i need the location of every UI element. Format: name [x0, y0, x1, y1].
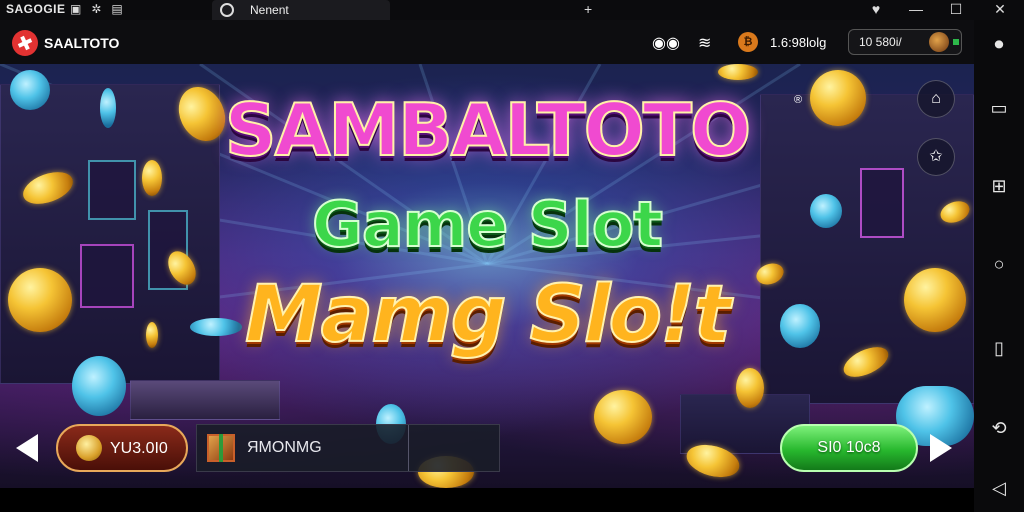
- account-box[interactable]: 10 580i/: [848, 29, 962, 55]
- grid-icon[interactable]: ⊞: [974, 176, 1024, 197]
- app-header: SAALTOTO ◉◉ ≋ ₿ 1.6:98lolg 10 580i/: [0, 20, 974, 64]
- coin: [736, 368, 764, 408]
- rotate-icon[interactable]: ⟲: [974, 418, 1024, 439]
- next-arrow-icon[interactable]: [930, 434, 952, 462]
- bottom-strip: [0, 488, 974, 512]
- logo-icon: [12, 30, 38, 56]
- new-tab-button[interactable]: +: [584, 1, 592, 17]
- tab-label: Nenent: [250, 3, 289, 17]
- account-text: 10 580i/: [859, 35, 902, 49]
- gamepad-icon[interactable]: ◉◉: [652, 33, 680, 53]
- record-icon[interactable]: ⏺: [974, 34, 1024, 55]
- game-stage[interactable]: SAMBALTOTO ® Game Slot Mamg Slo!t ⌂ ✩ YU…: [0, 64, 974, 488]
- online-status-icon: [953, 39, 959, 45]
- bag-icon: [76, 435, 102, 461]
- favorite-button[interactable]: ✩: [917, 138, 955, 176]
- info-panel[interactable]: ЯMONMG: [196, 424, 500, 472]
- system-bar: SAGOGIE ▣ ✲ ▤ Nenent + ♥ — ☐ ✕: [0, 0, 1024, 20]
- browser-tab[interactable]: Nenent +: [212, 0, 592, 20]
- registered-mark: ®: [794, 94, 803, 106]
- share-icon: ⌂: [931, 90, 941, 107]
- status-icons: ▣ ✲ ▤: [70, 2, 123, 16]
- chip: [72, 356, 126, 416]
- coin: [718, 64, 758, 80]
- image-icon: ▣: [70, 2, 82, 16]
- bonus-pill[interactable]: YU3.0I0: [56, 424, 188, 472]
- mail-icon: ▤: [111, 2, 123, 16]
- home-icon[interactable]: ○: [974, 254, 1024, 275]
- maximize-button[interactable]: ☐: [936, 0, 976, 20]
- game-title-line3: Mamg Slo!t: [244, 269, 732, 361]
- share-button[interactable]: ⌂: [917, 80, 955, 118]
- avatar[interactable]: [929, 32, 949, 52]
- coin: [594, 390, 652, 444]
- logo-text: SAALTOTO: [44, 35, 120, 51]
- play-button[interactable]: SI0 10c8: [780, 424, 918, 472]
- recent-icon[interactable]: ▯: [974, 338, 1024, 359]
- right-navigation: ⏺ ▭ ⊞ ○ ▯ ⟲ ◁: [974, 20, 1024, 512]
- balance-value: 1.6:98lolg: [770, 35, 827, 50]
- info-text: ЯMONMG: [247, 439, 322, 456]
- tab-favicon-icon: [220, 3, 234, 17]
- table: [130, 380, 280, 420]
- settings-icon: ✲: [91, 2, 102, 16]
- minimize-button[interactable]: —: [896, 0, 936, 20]
- wifi-icon: ≋: [698, 35, 712, 52]
- bonus-value: YU3.0I0: [110, 440, 168, 457]
- system-status-text: SAGOGIE: [6, 2, 66, 16]
- star-icon: ✩: [929, 148, 943, 165]
- game-title-line1: SAMBALTOTO: [224, 87, 752, 173]
- prev-arrow-icon[interactable]: [16, 434, 38, 462]
- back-icon[interactable]: ◁: [974, 478, 1024, 499]
- window-icon[interactable]: ▭: [974, 98, 1024, 119]
- favorite-icon[interactable]: ♥: [856, 0, 896, 20]
- gift-icon: [207, 434, 235, 462]
- game-title-line2: Game Slot: [311, 187, 664, 262]
- coin-icon: ₿: [738, 32, 758, 52]
- info-panel-main: ЯMONMG: [197, 425, 409, 471]
- close-button[interactable]: ✕: [980, 0, 1020, 20]
